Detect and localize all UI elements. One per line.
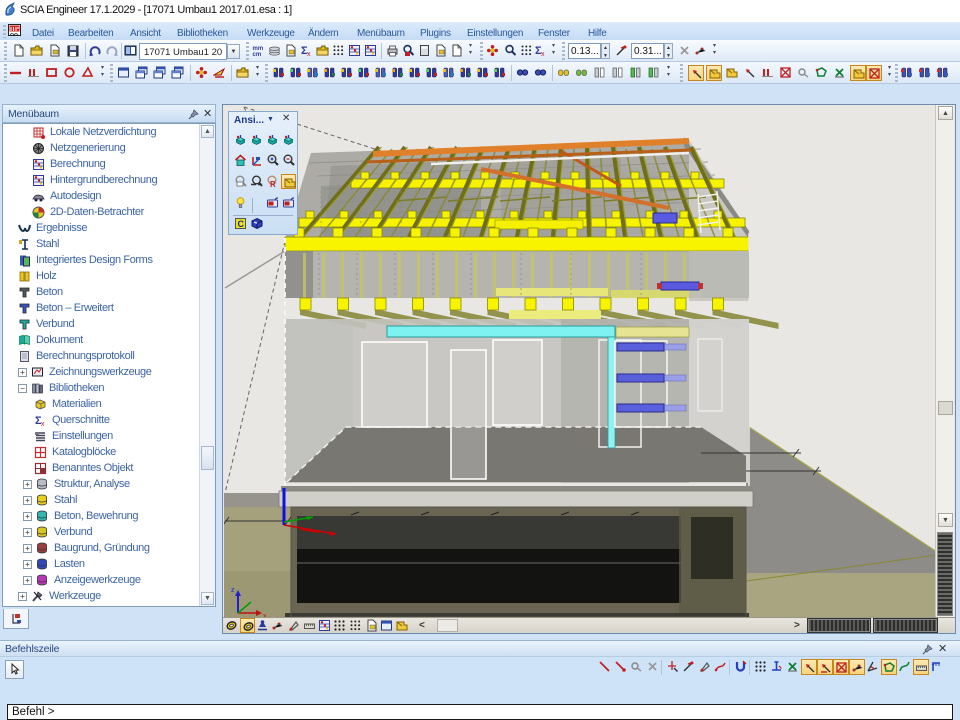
svg-text:z: z bbox=[231, 587, 235, 594]
svg-text:x: x bbox=[307, 51, 311, 57]
svg-text:R: R bbox=[270, 180, 276, 188]
svg-text:C: C bbox=[238, 219, 245, 229]
svg-text:cm: cm bbox=[253, 52, 262, 57]
svg-text:x: x bbox=[541, 51, 545, 57]
svg-text:x: x bbox=[41, 421, 45, 427]
